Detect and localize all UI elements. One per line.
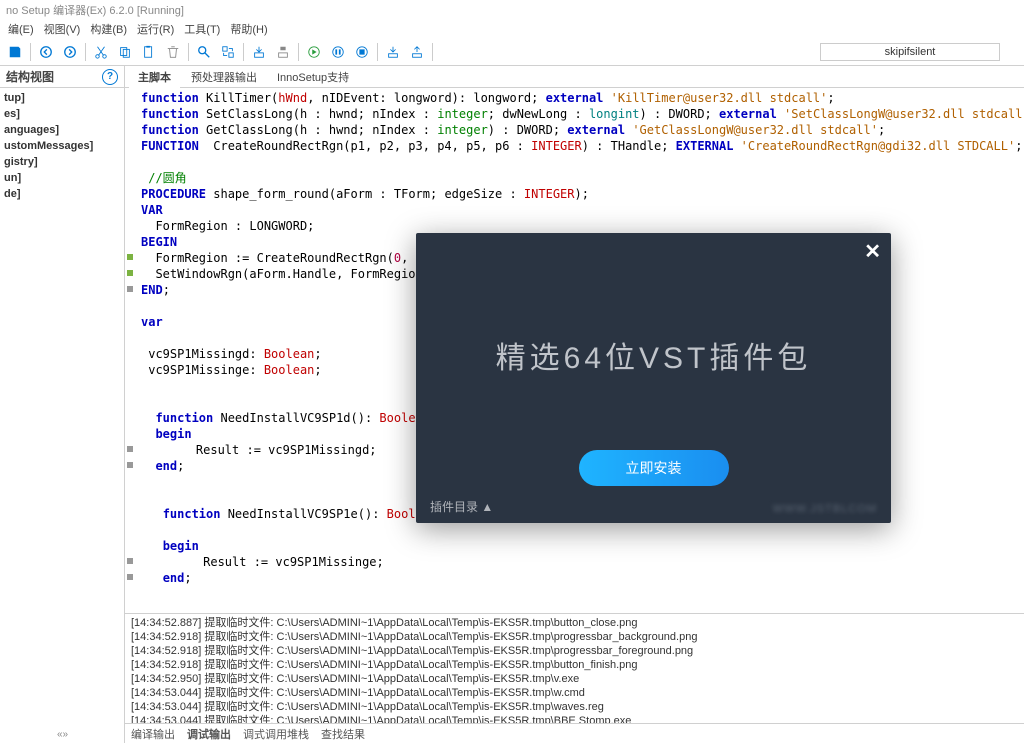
code-line[interactable]: function KillTimer(hWnd, nIDEvent: longw…: [141, 90, 1024, 106]
toolbar: [0, 38, 1024, 66]
menu-tools[interactable]: 工具(T): [180, 21, 224, 37]
install-button[interactable]: 立即安装: [579, 450, 729, 486]
brand-label: WWW.JSTBLCOM: [773, 503, 877, 515]
menu-run[interactable]: 运行(R): [133, 21, 178, 37]
code-line[interactable]: function GetClassLong(h : hwnd; nIndex :…: [141, 122, 1024, 138]
code-line[interactable]: Result := vc9SP1Missinge;: [141, 554, 1024, 570]
tab-inno-support[interactable]: InnoSetup支持: [268, 66, 358, 88]
delete-icon[interactable]: [162, 41, 184, 63]
output-log[interactable]: [14:34:52.887] 提取临时文件: C:\Users\ADMINI~1…: [125, 614, 1024, 723]
title-bar: no Setup 编译器(Ex) 6.2.0 [Running]: [0, 0, 1024, 20]
code-line[interactable]: end;: [141, 570, 1024, 586]
installer-dialog: ✕ 精选64位VST插件包 立即安装 插件目录 ▲ WWW.JSTBLCOM: [416, 233, 891, 523]
log-line: [14:34:52.918] 提取临时文件: C:\Users\ADMINI~1…: [131, 658, 1018, 672]
pause-icon[interactable]: [327, 41, 349, 63]
run-icon[interactable]: [303, 41, 325, 63]
footer-hint: «»: [0, 729, 125, 743]
cut-icon[interactable]: [90, 41, 112, 63]
step-out-icon[interactable]: [406, 41, 428, 63]
plugin-dir-link[interactable]: 插件目录 ▲: [430, 498, 493, 515]
tree-item[interactable]: de]: [4, 186, 120, 202]
stop-compile-icon[interactable]: [272, 41, 294, 63]
menu-bar: 编(E) 视图(V) 构建(B) 运行(R) 工具(T) 帮助(H): [0, 20, 1024, 38]
tree-item[interactable]: ustomMessages]: [4, 138, 120, 154]
replace-icon[interactable]: [217, 41, 239, 63]
tree-item[interactable]: gistry]: [4, 154, 120, 170]
code-line[interactable]: [141, 522, 1024, 538]
log-line: [14:34:52.950] 提取临时文件: C:\Users\ADMINI~1…: [131, 672, 1018, 686]
tree-item[interactable]: un]: [4, 170, 120, 186]
code-line[interactable]: [141, 602, 1024, 613]
sidebar-title: 结构视图: [6, 68, 54, 85]
sidebar: 结构视图 ? tup]es]anguages]ustomMessages]gis…: [0, 66, 125, 743]
code-line[interactable]: begin: [141, 538, 1024, 554]
btab-compile[interactable]: 编译输出: [131, 726, 175, 742]
btab-callstack[interactable]: 调式调用堆栈: [243, 726, 309, 742]
code-line[interactable]: VAR: [141, 202, 1024, 218]
tree-item[interactable]: tup]: [4, 90, 120, 106]
log-line: [14:34:52.887] 提取临时文件: C:\Users\ADMINI~1…: [131, 616, 1018, 630]
paste-icon[interactable]: [138, 41, 160, 63]
compile-icon[interactable]: [248, 41, 270, 63]
help-icon[interactable]: ?: [102, 69, 118, 85]
log-line: [14:34:52.918] 提取临时文件: C:\Users\ADMINI~1…: [131, 630, 1018, 644]
btab-debug[interactable]: 调试输出: [187, 726, 231, 742]
close-icon[interactable]: ✕: [864, 239, 881, 264]
menu-view[interactable]: 视图(V): [40, 21, 85, 37]
tab-main-script[interactable]: 主脚本: [129, 66, 180, 88]
dialog-title: 精选64位VST插件包: [416, 333, 891, 377]
step-into-icon[interactable]: [382, 41, 404, 63]
code-line[interactable]: [141, 154, 1024, 170]
code-line[interactable]: function SetClassLong(h : hwnd; nIndex :…: [141, 106, 1024, 122]
save-icon[interactable]: [4, 41, 26, 63]
code-line[interactable]: FUNCTION CreateRoundRectRgn(p1, p2, p3, …: [141, 138, 1024, 154]
tree-view[interactable]: tup]es]anguages]ustomMessages]gistry]un]…: [0, 88, 124, 743]
back-icon[interactable]: [35, 41, 57, 63]
tree-item[interactable]: anguages]: [4, 122, 120, 138]
code-line[interactable]: FormRegion : LONGWORD;: [141, 218, 1024, 234]
log-line: [14:34:53.044] 提取临时文件: C:\Users\ADMINI~1…: [131, 714, 1018, 723]
tree-item[interactable]: es]: [4, 106, 120, 122]
code-line[interactable]: PROCEDURE shape_form_round(aForm : TForm…: [141, 186, 1024, 202]
search-input[interactable]: [820, 43, 1000, 61]
copy-icon[interactable]: [114, 41, 136, 63]
code-line[interactable]: //圆角: [141, 170, 1024, 186]
menu-edit[interactable]: 编(E): [4, 21, 38, 37]
menu-build[interactable]: 构建(B): [86, 21, 131, 37]
btab-find[interactable]: 查找结果: [321, 726, 365, 742]
log-line: [14:34:53.044] 提取临时文件: C:\Users\ADMINI~1…: [131, 700, 1018, 714]
stop-icon[interactable]: [351, 41, 373, 63]
editor-tabs: 主脚本 预处理器输出 InnoSetup支持: [125, 66, 1024, 88]
log-line: [14:34:52.918] 提取临时文件: C:\Users\ADMINI~1…: [131, 644, 1018, 658]
bottom-tabs: 编译输出 调试输出 调式调用堆栈 查找结果: [125, 723, 1024, 743]
search-icon[interactable]: [193, 41, 215, 63]
menu-help[interactable]: 帮助(H): [226, 21, 271, 37]
log-line: [14:34:53.044] 提取临时文件: C:\Users\ADMINI~1…: [131, 686, 1018, 700]
tab-preprocessor[interactable]: 预处理器输出: [182, 66, 266, 88]
code-line[interactable]: [141, 586, 1024, 602]
forward-icon[interactable]: [59, 41, 81, 63]
